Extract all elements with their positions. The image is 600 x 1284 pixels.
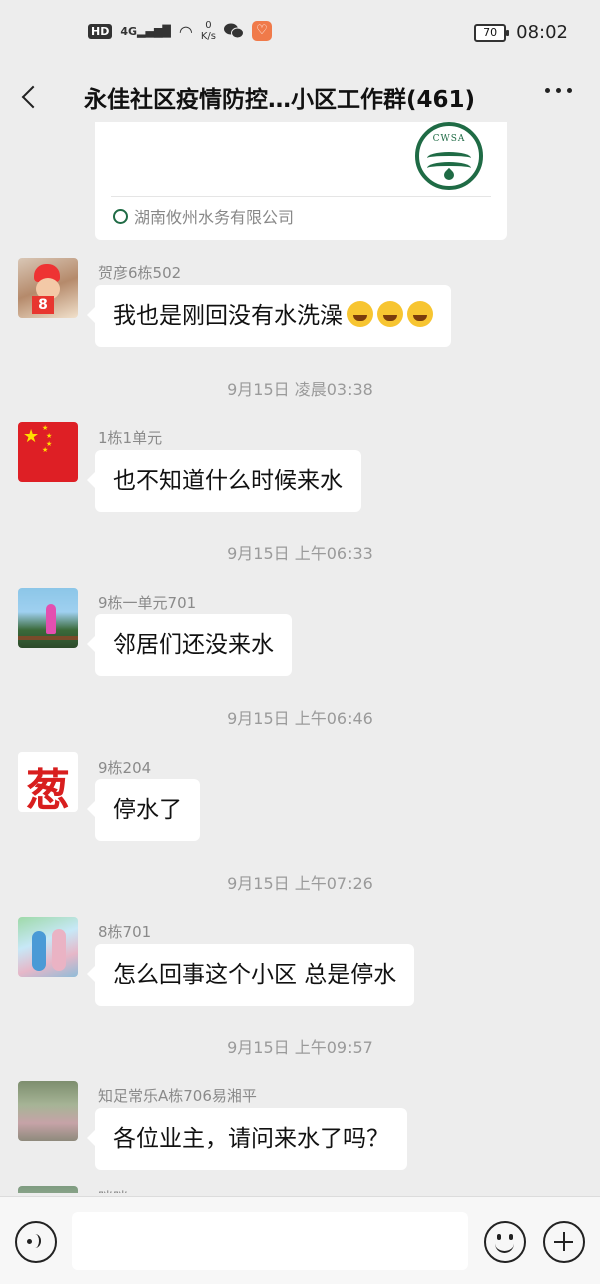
avatar-character: 葱 <box>26 765 70 812</box>
message-bubble[interactable]: 邻居们还没来水 <box>87 614 292 676</box>
timestamp: 9月15日 上午09:57 <box>227 1038 373 1057</box>
card-source-name: 湖南攸州水务有限公司 <box>134 208 295 227</box>
message-text: 我也是刚回没有水洗澡 <box>113 303 343 329</box>
sender-name: 9栋一单元701 <box>98 594 197 612</box>
laughing-crying-emoji-icon <box>347 301 373 327</box>
sender-name: 知足常乐A栋706易湘平 <box>98 1087 257 1105</box>
avatar[interactable] <box>18 1081 78 1141</box>
network-type: 4G <box>120 24 138 38</box>
message-bubble[interactable]: 我也是刚回没有水洗澡 <box>87 285 451 347</box>
sender-name: 贺彦6栋502 <box>98 264 182 282</box>
chat-title: 永佳社区疫情防控…小区工作群(461) <box>84 87 476 113</box>
logo-text: CWSA <box>432 134 466 144</box>
input-bar <box>0 1196 600 1284</box>
message-list[interactable]: CWSA 湖南攸州水务有限公司 8 贺彦6栋502 我也是刚回没有水洗澡 9月1… <box>0 122 600 1193</box>
wifi-icon: ◠ <box>178 21 193 41</box>
timestamp: 9月15日 上午06:46 <box>227 709 373 728</box>
sender-name: 8栋701 <box>98 923 152 941</box>
sender-name: 9栋204 <box>98 759 152 777</box>
emoji-icon[interactable] <box>484 1221 526 1263</box>
more-options-icon[interactable] <box>545 88 572 93</box>
laughing-crying-emoji-icon <box>407 301 433 327</box>
avatar[interactable] <box>18 588 78 648</box>
sender-name: 1栋1单元 <box>98 429 163 447</box>
message-text: 邻居们还没来水 <box>113 632 274 658</box>
shared-article-card[interactable]: CWSA 湖南攸州水务有限公司 <box>95 122 507 240</box>
message-text: 停水了 <box>113 797 182 823</box>
message-bubble[interactable]: 停水了 <box>87 779 200 841</box>
timestamp: 9月15日 凌晨03:38 <box>227 380 373 399</box>
status-left: HD 4G▂▄▆█ ◠ 0 K/s ♡ <box>88 20 272 42</box>
back-arrow-icon[interactable] <box>16 78 46 114</box>
message-text: 也不知道什么时候来水 <box>113 468 343 494</box>
health-app-icon: ♡ <box>251 21 272 41</box>
avatar[interactable] <box>18 1186 78 1193</box>
voice-icon[interactable] <box>15 1221 57 1263</box>
plus-icon[interactable] <box>543 1221 585 1263</box>
status-right: 70 08:02 <box>474 22 568 43</box>
message-input[interactable] <box>72 1212 468 1270</box>
timestamp: 9月15日 上午07:26 <box>227 874 373 893</box>
avatar[interactable]: 8 <box>18 258 78 318</box>
water-company-logo: CWSA <box>415 122 483 190</box>
source-logo-icon <box>113 208 128 224</box>
message-text: 各位业主，请问来水了吗？ <box>113 1126 389 1152</box>
net-speed-value: 0 <box>205 20 212 31</box>
chat-header: 永佳社区疫情防控…小区工作群(461) <box>0 70 600 122</box>
card-divider <box>111 196 491 197</box>
message-text: 怎么回事这个小区 总是停水 <box>113 962 397 988</box>
status-bar: HD 4G▂▄▆█ ◠ 0 K/s ♡ 70 08:02 <box>0 0 600 70</box>
avatar-badge: 8 <box>32 296 54 314</box>
laughing-crying-emoji-icon <box>377 301 403 327</box>
message-bubble[interactable]: 也不知道什么时候来水 <box>87 450 361 512</box>
battery-icon: 70 <box>474 23 510 42</box>
timestamp: 9月15日 上午06:33 <box>227 544 373 563</box>
wechat-icon <box>223 23 244 39</box>
avatar[interactable]: ★ ★ ★ ★ ★ <box>18 422 78 482</box>
message-bubble[interactable]: 怎么回事这个小区 总是停水 <box>86 944 415 1006</box>
net-speed: 0 K/s <box>201 20 216 42</box>
card-source: 湖南攸州水务有限公司 <box>113 204 294 228</box>
message-bubble[interactable]: 各位业主，请问来水了吗？ <box>87 1108 407 1170</box>
status-time: 08:02 <box>516 22 568 43</box>
avatar[interactable]: 葱 <box>18 752 78 812</box>
hd-badge: HD <box>88 23 113 39</box>
sender-name: 咪咪 <box>98 1187 128 1193</box>
avatar[interactable] <box>18 917 78 977</box>
signal-icon: 4G▂▄▆█ <box>120 24 171 38</box>
net-speed-unit: K/s <box>200 31 216 42</box>
